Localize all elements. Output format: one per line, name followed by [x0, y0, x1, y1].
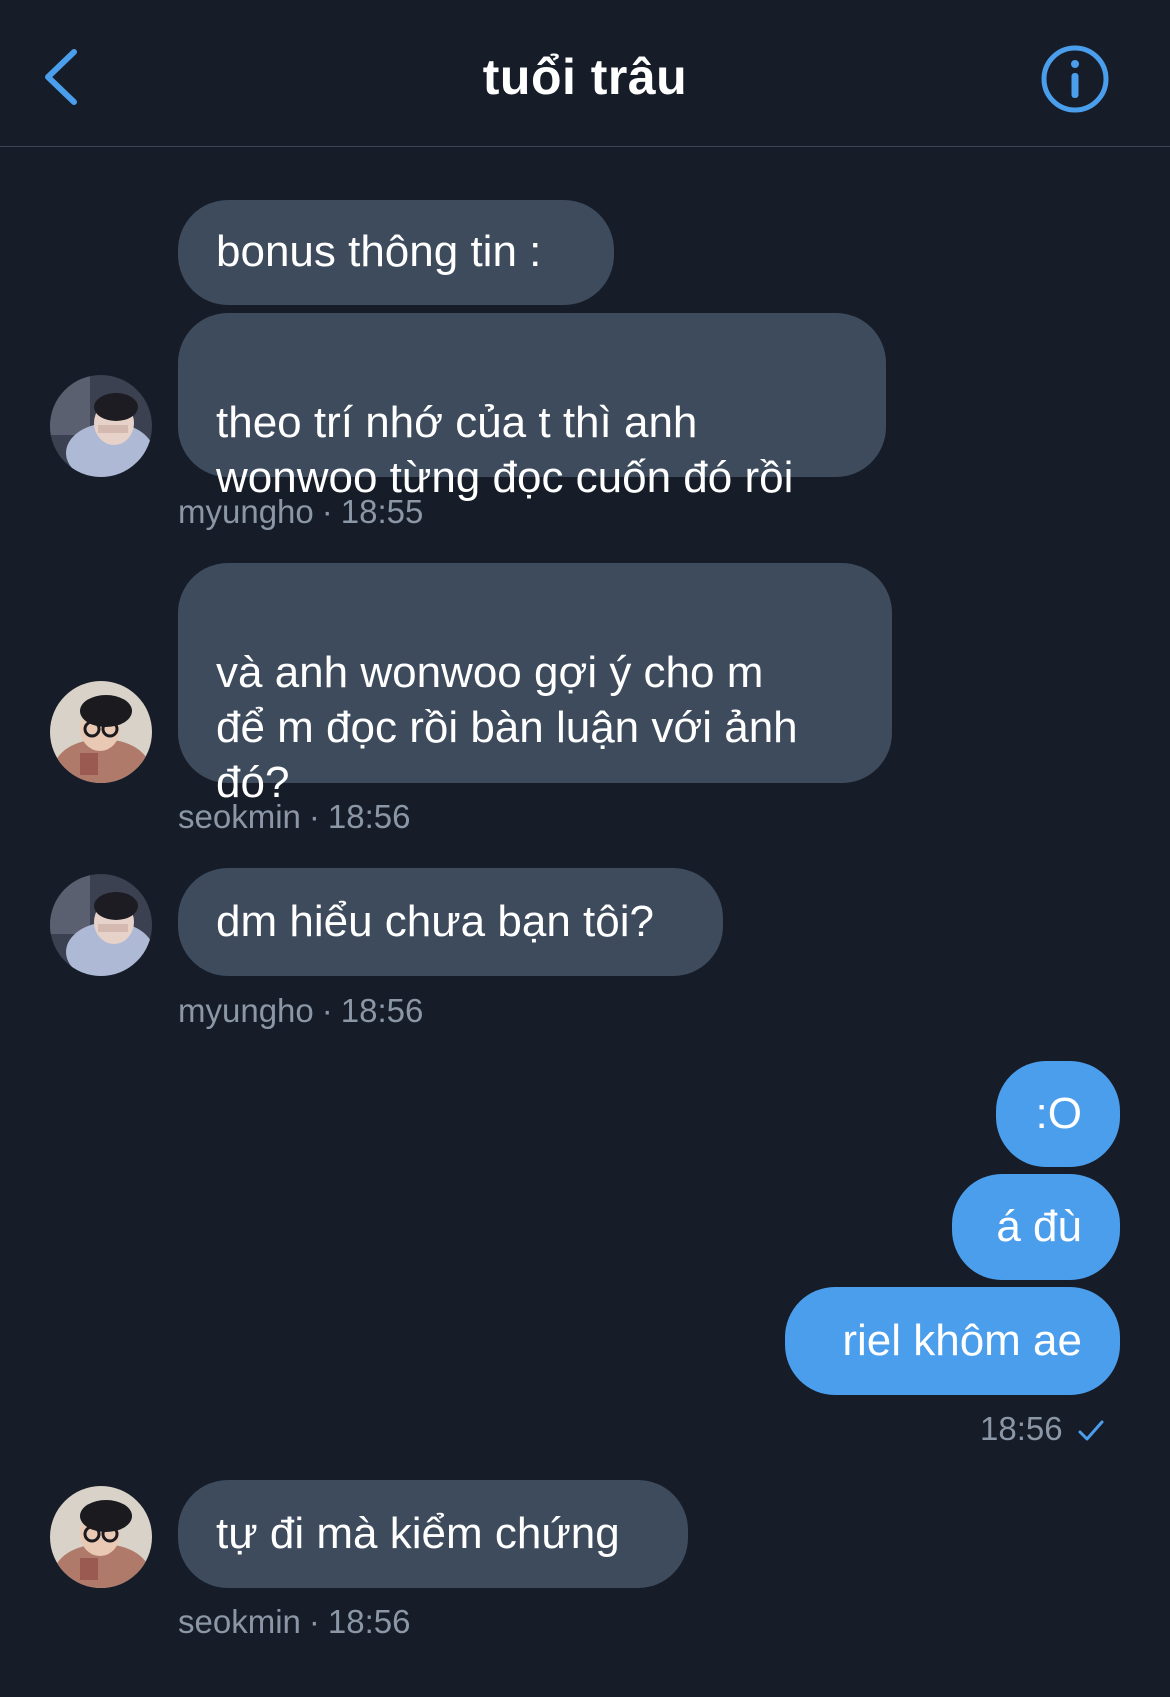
message-time: 18:55: [340, 493, 424, 530]
avatar-seokmin[interactable]: [50, 681, 152, 783]
message-time: 18:56: [980, 1410, 1063, 1447]
checkmark-icon: [1078, 1420, 1104, 1441]
conversation-title: tuổi trâu: [482, 49, 688, 105]
message-time: 18:56: [340, 992, 424, 1029]
sender-name: myungho: [178, 992, 314, 1029]
avatar-myungho[interactable]: [50, 375, 152, 477]
avatar-image: [50, 874, 152, 976]
message-bubble[interactable]: theo trí nhớ của t thì anh wonwoo từng đ…: [178, 313, 886, 502]
avatar-image: [50, 1486, 152, 1588]
message-bubble[interactable]: bonus thông tin :: [178, 200, 614, 305]
message-text: và anh wonwoo gợi ý cho m để m đọc rồi b…: [216, 648, 798, 807]
avatar-seokmin[interactable]: [50, 1486, 152, 1588]
message-time: 18:56: [327, 1603, 411, 1640]
meta-separator: ·: [308, 798, 320, 835]
message-bubble[interactable]: tự đi mà kiểm chứng: [178, 1480, 688, 1588]
message-text: theo trí nhớ của t thì anh wonwoo từng đ…: [216, 398, 794, 502]
message-text: :O: [1035, 1089, 1082, 1138]
sender-name: seokmin: [178, 1603, 301, 1640]
message-bubble[interactable]: dm hiểu chưa bạn tôi?: [178, 868, 723, 976]
sender-name: myungho: [178, 493, 314, 530]
avatar-myungho[interactable]: [50, 874, 152, 976]
info-circle-icon: [1041, 45, 1109, 113]
message-text: dm hiểu chưa bạn tôi?: [216, 897, 654, 946]
sender-name: seokmin: [178, 798, 301, 835]
meta-separator: ·: [321, 493, 333, 530]
meta-separator: ·: [321, 992, 333, 1029]
message-text: tự đi mà kiểm chứng: [216, 1509, 620, 1558]
message-meta: seokmin · 18:56: [178, 797, 410, 837]
message-meta: myungho · 18:55: [178, 492, 423, 532]
outgoing-message-bubble[interactable]: :O: [996, 1061, 1120, 1167]
avatar-image: [50, 375, 152, 477]
message-text: á đù: [996, 1202, 1082, 1251]
message-text: bonus thông tin :: [216, 227, 542, 276]
message-time: 18:56: [327, 798, 411, 835]
message-bubble[interactable]: và anh wonwoo gợi ý cho m để m đọc rồi b…: [178, 563, 892, 807]
message-text: riel khôm ae: [842, 1316, 1082, 1365]
message-meta: myungho · 18:56: [178, 991, 423, 1031]
conversation-header: tuổi trâu: [0, 0, 1170, 147]
outgoing-message-bubble[interactable]: á đù: [952, 1174, 1120, 1280]
info-button[interactable]: [1040, 44, 1110, 114]
message-meta: 18:56: [980, 1409, 1105, 1449]
meta-separator: ·: [308, 1603, 320, 1640]
avatar-image: [50, 681, 152, 783]
message-meta: seokmin · 18:56: [178, 1602, 410, 1642]
outgoing-message-bubble[interactable]: riel khôm ae: [785, 1287, 1120, 1395]
dm-conversation-screen: tuổi trâu bonus thông tin : theo trí nhớ…: [0, 0, 1170, 1697]
